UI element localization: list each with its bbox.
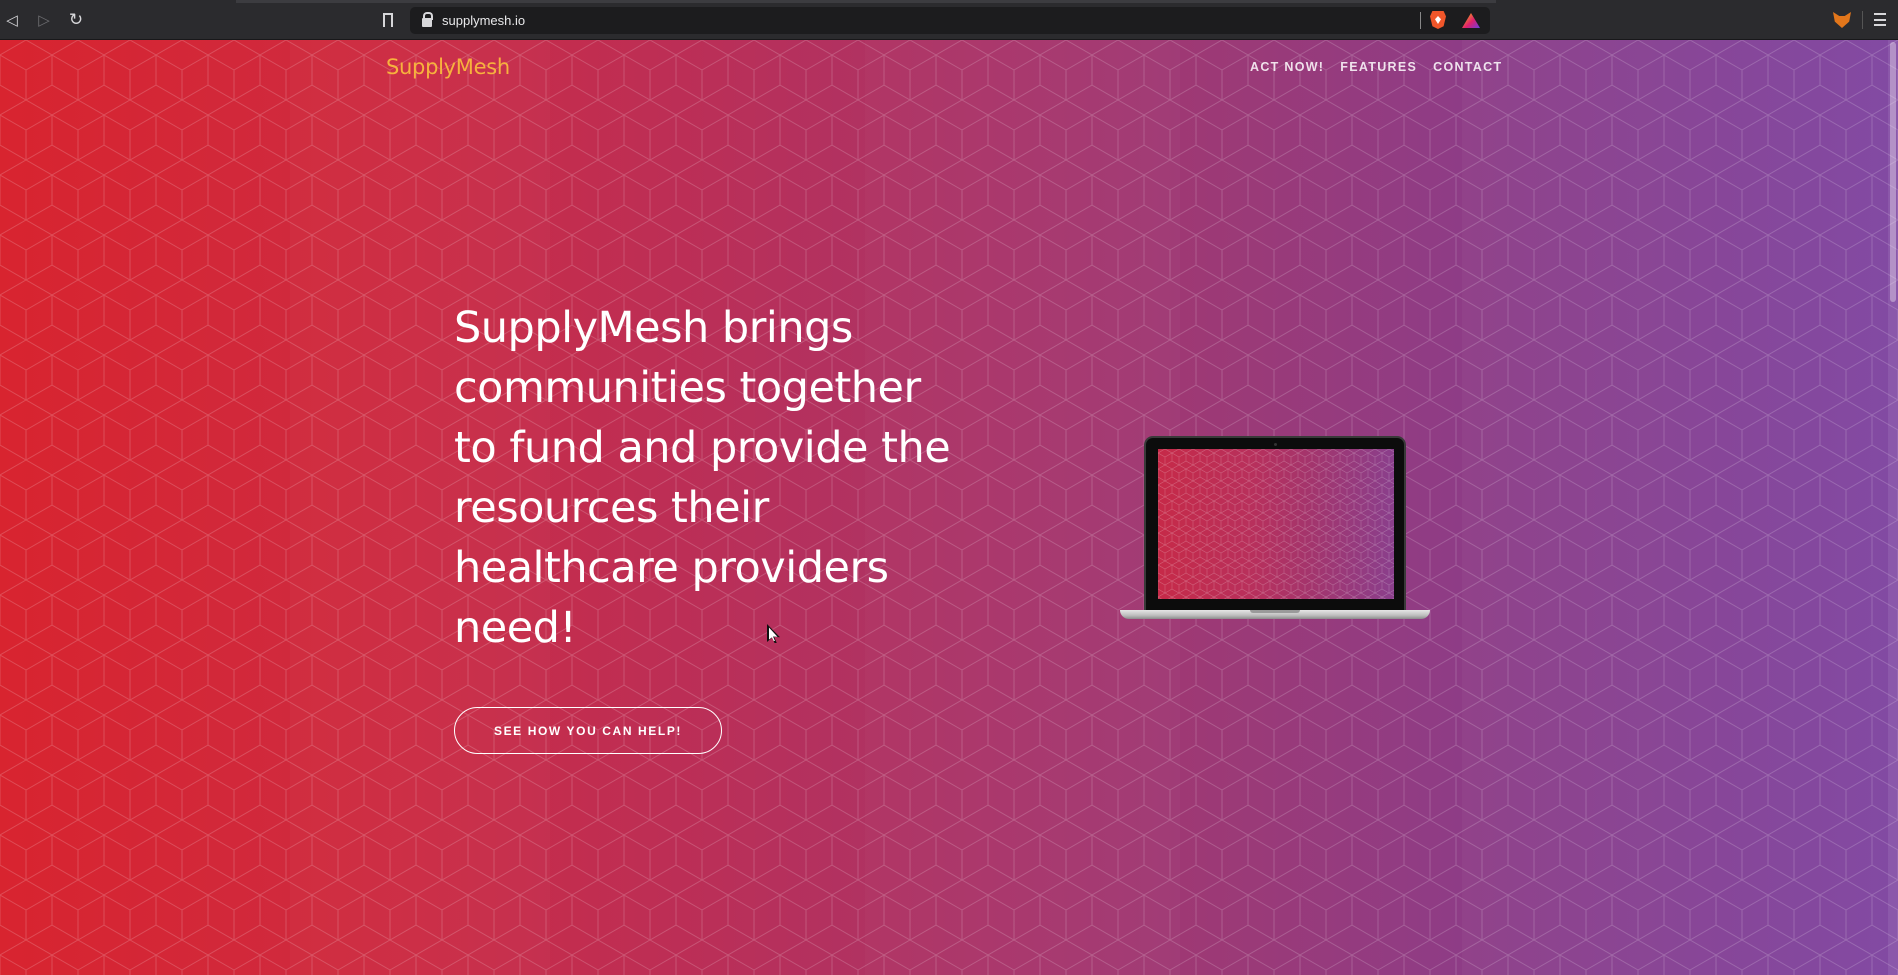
- laptop-notch: [1250, 610, 1300, 613]
- laptop-screen: [1158, 449, 1394, 599]
- hero-section: SupplyMesh ACT NOW! FEATURES CONTACT Sup…: [0, 40, 1898, 975]
- laptop-camera: [1274, 443, 1277, 446]
- laptop-lid: [1144, 436, 1406, 611]
- nav-contact[interactable]: CONTACT: [1433, 60, 1502, 74]
- brave-shield-icon[interactable]: [1430, 11, 1446, 29]
- reload-icon[interactable]: ↻: [66, 10, 86, 30]
- hero-headline: SupplyMesh brings communities together t…: [454, 303, 951, 653]
- laptop-screen-pattern: [1158, 449, 1394, 599]
- nav-act-now[interactable]: ACT NOW!: [1250, 60, 1324, 74]
- top-nav: ACT NOW! FEATURES CONTACT: [1250, 60, 1502, 74]
- browser-toolbar: ◁ ▷ ↻ supplymesh.io: [0, 0, 1898, 40]
- lock-icon[interactable]: [422, 12, 433, 27]
- address-bar[interactable]: supplymesh.io: [410, 7, 1490, 34]
- address-bar-divider: [1420, 12, 1421, 29]
- metamask-icon[interactable]: [1833, 12, 1851, 28]
- tab-strip-line: [236, 0, 1496, 3]
- url-text: supplymesh.io: [442, 13, 526, 28]
- brand-logo[interactable]: SupplyMesh: [386, 55, 510, 79]
- scrollbar-thumb[interactable]: [1890, 42, 1896, 302]
- back-icon[interactable]: ◁: [2, 10, 22, 30]
- menu-icon[interactable]: [1874, 13, 1886, 26]
- see-how-you-can-help-button[interactable]: SEE HOW YOU CAN HELP!: [454, 707, 722, 754]
- toolbar-divider: [1862, 11, 1863, 29]
- bookmark-icon[interactable]: [378, 10, 398, 30]
- scrollbar[interactable]: [1888, 40, 1898, 975]
- forward-icon[interactable]: ▷: [34, 10, 54, 30]
- nav-features[interactable]: FEATURES: [1340, 60, 1417, 74]
- laptop-illustration: [1120, 436, 1430, 621]
